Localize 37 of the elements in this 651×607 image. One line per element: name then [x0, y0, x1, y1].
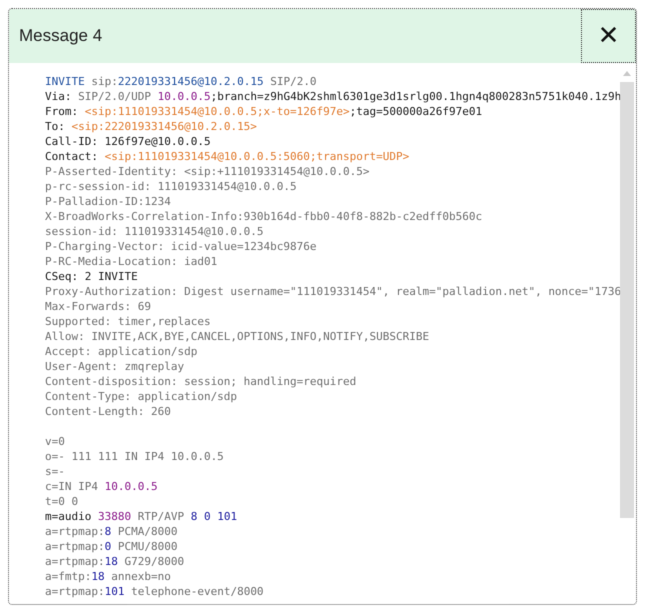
scroll-up-icon[interactable]	[623, 71, 631, 76]
message-line: p-rc-session-id: 111019331454@10.0.0.5	[45, 179, 297, 194]
message-line: P-RC-Media-Location: iad01	[45, 254, 218, 269]
message-line: Supported: timer,replaces	[45, 314, 211, 329]
message-line: a=fmtp:18 annexb=no	[45, 569, 171, 584]
message-line: P-Asserted-Identity: <sip:+111019331454@10.0.0.5>	[45, 164, 370, 179]
message-line: To: <sip:222019331456@10.2.0.15>	[45, 119, 257, 134]
message-line: Call-ID: 126f97e@10.0.0.5	[45, 134, 211, 149]
message-line: Accept: application/sdp	[45, 344, 198, 359]
scrollbar-thumb[interactable]	[620, 82, 634, 518]
message-line: a=rtpmap:101 telephone-event/8000	[45, 584, 264, 599]
message-line: Content-disposition: session; handling=required	[45, 374, 356, 389]
close-button[interactable]: ✕	[581, 9, 636, 63]
message-line: v=0	[45, 434, 65, 449]
message-line: Contact: <sip:111019331454@10.0.0.5:5060;transport=UDP>	[45, 149, 410, 164]
message-line: a=rtpmap:0 PCMU/8000	[45, 539, 178, 554]
message-line: X-BroadWorks-Correlation-Info:930b164d-fbb0-40f8-882b-c2edff0b560c	[45, 209, 482, 224]
message-line: P-Charging-Vector: icid-value=1234bc9876e	[45, 239, 317, 254]
message-line: Allow: INVITE,ACK,BYE,CANCEL,OPTIONS,INFO,NOTIFY,SUBSCRIBE	[45, 329, 430, 344]
message-line: Via: SIP/2.0/UDP 10.0.0.5;branch=z9hG4bK2shml6301ge3d1srlg00.1hgn4q800283n5751k040.1z9h	[45, 89, 620, 104]
message-line: CSeq: 2 INVITE	[45, 269, 138, 284]
message-line: session-id: 111019331454@10.0.0.5	[45, 224, 264, 239]
message-line: P-Palladion-ID:1234	[45, 194, 171, 209]
message-line: t=0 0	[45, 494, 78, 509]
message-line: s=-	[45, 464, 65, 479]
message-line: From: <sip:111019331454@10.0.0.5;x-to=126f97e>;tag=500000a26f97e01	[45, 104, 482, 119]
message-line: c=IN IP4 10.0.0.5	[45, 479, 158, 494]
message-line: a=rtpmap:18 G729/8000	[45, 554, 184, 569]
message-line: Content-Length: 260	[45, 404, 171, 419]
message-line: User-Agent: zmqreplay	[45, 359, 184, 374]
message-line: INVITE sip:222019331456@10.2.0.15 SIP/2.0	[45, 74, 317, 89]
dialog-title: Message 4	[19, 26, 102, 46]
message-line: Content-Type: application/sdp	[45, 389, 238, 404]
message-line: o=- 111 111 IN IP4 10.0.0.5	[45, 449, 224, 464]
message-line: m=audio 33880 RTP/AVP 8 0 101	[45, 509, 238, 524]
message-line: Max-Forwards: 69	[45, 299, 151, 314]
message-line: a=rtpmap:8 PCMA/8000	[45, 524, 178, 539]
